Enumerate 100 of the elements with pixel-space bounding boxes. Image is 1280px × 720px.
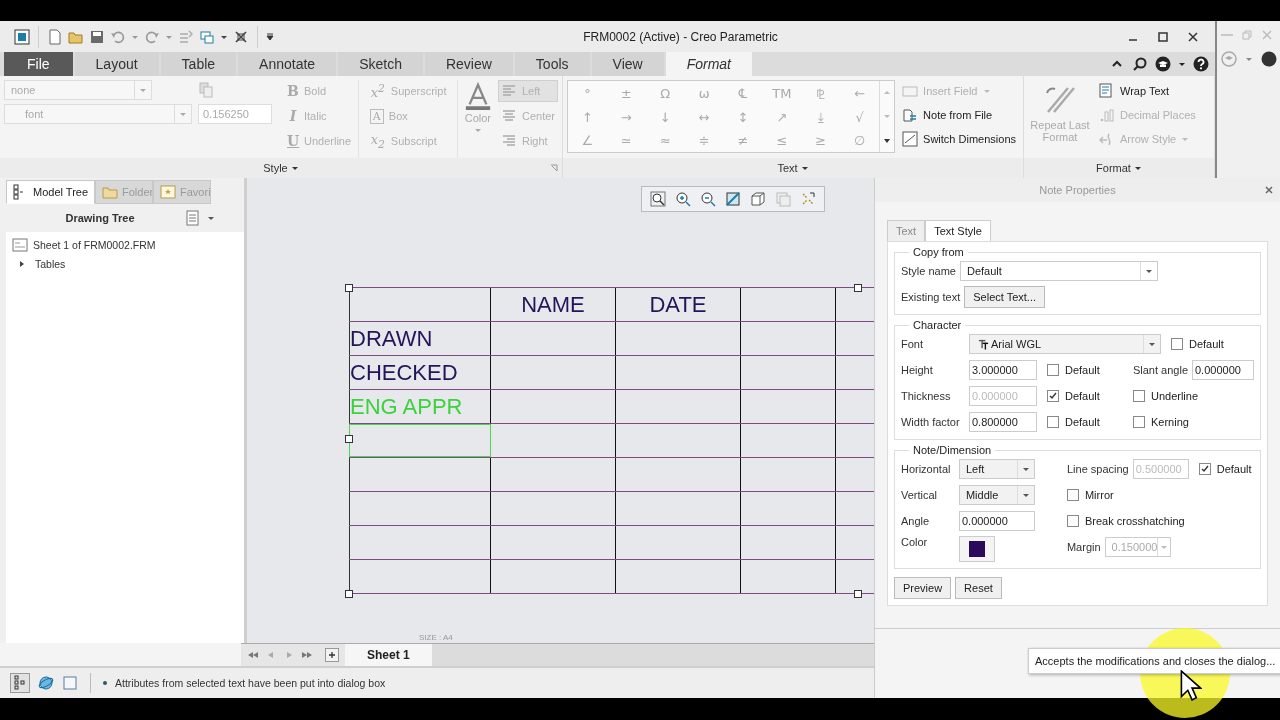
height-field[interactable]: 3.000000 — [968, 360, 1037, 380]
zoom-in-icon[interactable] — [675, 191, 691, 207]
table-note[interactable]: DRAWN — [350, 325, 433, 352]
symbol-button[interactable]: ± — [606, 81, 646, 107]
group-menu-button[interactable]: Style — [261, 162, 301, 174]
windows-icon[interactable] — [199, 28, 215, 45]
caret-icon[interactable] — [206, 214, 215, 222]
table-cell[interactable] — [349, 424, 491, 457]
repaint-icon[interactable] — [725, 191, 741, 207]
zoom-fit-icon[interactable] — [650, 191, 666, 207]
angle-field[interactable]: 0.000000 — [958, 511, 1035, 531]
color-picker-button[interactable] — [958, 536, 995, 562]
sheet-tab[interactable]: Sheet 1 — [345, 644, 432, 666]
selection-handle[interactable] — [345, 590, 353, 598]
selection-handle[interactable] — [345, 435, 353, 443]
command-button[interactable]: Wrap Text — [1096, 80, 1199, 102]
symbol-button[interactable]: ∅ — [840, 129, 880, 152]
default-checkbox[interactable]: Default — [1046, 416, 1123, 428]
symbol-button[interactable]: ⅊ — [801, 81, 841, 107]
symbol-button[interactable]: ↓ — [645, 106, 685, 130]
symbol-button[interactable]: Ω — [645, 81, 685, 107]
symbol-button[interactable]: ↕ — [723, 106, 763, 130]
symbol-button[interactable]: ≥ — [801, 129, 841, 152]
ribbon-tab[interactable]: File — [4, 52, 73, 76]
group-menu-button[interactable]: Format — [1094, 162, 1144, 174]
style-name-select[interactable]: Default — [960, 261, 1158, 281]
default-checkbox[interactable]: Default — [1046, 390, 1123, 402]
default-checkbox[interactable]: Default — [1198, 463, 1252, 475]
command-button[interactable]: Switch Dimensions — [899, 128, 1019, 150]
symbol-button[interactable]: ← — [840, 81, 880, 107]
model-tree-icon[interactable] — [10, 673, 30, 693]
first-sheet-icon[interactable] — [247, 651, 259, 659]
ribbon-tab[interactable]: Table — [160, 52, 237, 76]
symbol-button[interactable]: ≠ — [723, 129, 763, 152]
close-icon[interactable] — [1187, 30, 1199, 43]
selection-handle[interactable] — [854, 284, 862, 292]
datum-display-icon[interactable] — [800, 191, 816, 207]
color-button[interactable]: Color — [461, 80, 494, 158]
symbol-button[interactable]: ∠ — [568, 129, 607, 152]
save-icon[interactable] — [89, 28, 105, 45]
dialog-tab[interactable]: Text — [886, 220, 926, 241]
selection-handle[interactable] — [854, 590, 862, 598]
table-cell[interactable] — [349, 526, 491, 559]
slant-angle-field[interactable]: 0.000000 — [1192, 360, 1254, 380]
ribbon-tab[interactable]: Layout — [74, 52, 159, 76]
ribbon-tab[interactable]: Format — [665, 52, 752, 76]
align-button[interactable]: Right — [497, 130, 558, 152]
kerning-checkbox[interactable]: Kerning — [1132, 416, 1189, 428]
symbol-button[interactable]: ℄ — [723, 81, 763, 107]
style-select[interactable]: none — [4, 80, 152, 100]
ribbon-tab[interactable]: Annotate — [238, 52, 337, 76]
symbol-button[interactable]: ω — [684, 81, 724, 107]
last-sheet-icon[interactable] — [301, 651, 313, 659]
symbol-button[interactable]: ≑ — [684, 129, 724, 152]
group-menu-button[interactable]: Text — [775, 162, 811, 174]
symbol-button[interactable]: √ — [840, 106, 880, 130]
new-file-icon[interactable] — [47, 28, 63, 45]
default-checkbox[interactable]: Default — [1170, 338, 1224, 350]
table-note[interactable]: CHECKED — [350, 359, 458, 386]
dialog-button[interactable]: Reset — [955, 577, 1002, 599]
symbol-button[interactable]: ≤ — [762, 129, 802, 152]
selection-handle[interactable] — [345, 284, 353, 292]
symbol-button[interactable]: ° — [568, 81, 607, 107]
browser-icon[interactable] — [38, 675, 54, 691]
ribbon-tab[interactable]: Review — [424, 52, 513, 76]
caret-icon[interactable] — [1178, 60, 1186, 68]
font-select[interactable]: font — [4, 104, 192, 124]
close-icon[interactable] — [1264, 185, 1274, 195]
select-text-button[interactable]: Select Text... — [964, 286, 1046, 308]
display-style-icon[interactable] — [750, 191, 766, 207]
dialog-tab[interactable]: Text Style — [925, 220, 991, 241]
symbol-button[interactable]: ≈ — [645, 129, 685, 152]
close-window-icon[interactable] — [233, 28, 249, 45]
panel-tab[interactable]: Favori — [153, 180, 212, 204]
maximize-icon[interactable] — [1157, 30, 1169, 43]
expand-arrow-icon[interactable] — [18, 259, 26, 268]
symbol-button[interactable]: ↗ — [762, 106, 802, 130]
width-factor-field[interactable]: 0.800000 — [968, 412, 1037, 432]
align-button[interactable]: Center — [497, 105, 558, 127]
table-note[interactable]: ENG APPR — [350, 393, 463, 420]
symbol-button[interactable]: TM — [762, 81, 802, 107]
table-cell[interactable] — [349, 458, 491, 491]
ribbon-tab[interactable]: Tools — [514, 52, 590, 76]
mirror-checkbox[interactable]: Mirror — [1066, 489, 1114, 501]
command-button[interactable]: Note from File — [899, 104, 1019, 126]
horizontal-select[interactable]: Left — [958, 459, 1035, 479]
break-crosshatching-checkbox[interactable]: Break crosshatching — [1066, 515, 1185, 527]
add-sheet-icon[interactable] — [325, 648, 339, 662]
ribbon-tab[interactable]: View — [591, 52, 664, 76]
symbol-button[interactable]: ⤓ — [801, 106, 841, 130]
font-select[interactable]: Arial WGL — [968, 334, 1161, 354]
graduation-cap-icon[interactable] — [1155, 56, 1171, 72]
search-icon[interactable] — [1132, 56, 1148, 72]
tree-item[interactable]: Tables — [12, 254, 238, 273]
panel-tab[interactable]: Model Tree — [6, 180, 96, 204]
symbol-button[interactable]: ↑ — [568, 106, 607, 130]
tree-item[interactable]: Sheet 1 of FRM0002.FRM — [12, 235, 238, 254]
expand-gallery-icon[interactable] — [883, 136, 892, 145]
symbol-button[interactable]: → — [606, 106, 646, 130]
underline-checkbox[interactable]: Underline — [1132, 390, 1199, 402]
